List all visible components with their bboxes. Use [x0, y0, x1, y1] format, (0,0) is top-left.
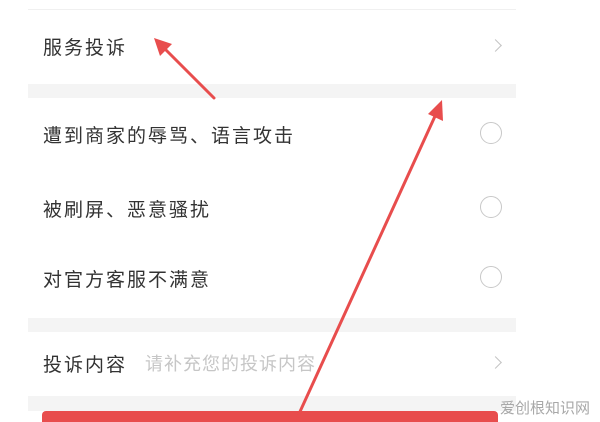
reason-label: 遭到商家的辱骂、语言攻击 [43, 124, 296, 147]
complaint-page: 服务投诉 遭到商家的辱骂、语言攻击 被刷屏、恶意骚扰 对官方客服不满意 投诉内容… [0, 0, 600, 422]
chevron-right-icon [489, 39, 502, 52]
section-separator [28, 84, 516, 98]
service-complaint-label: 服务投诉 [43, 36, 128, 59]
reason-label: 对官方客服不满意 [43, 268, 212, 291]
submit-button[interactable] [42, 411, 498, 422]
radio-unselected-icon[interactable] [480, 196, 502, 218]
chevron-right-icon [489, 356, 502, 369]
reason-option-official-service[interactable]: 对官方客服不满意 [28, 248, 516, 308]
top-divider [28, 9, 516, 10]
reason-option-insult[interactable]: 遭到商家的辱骂、语言攻击 [28, 104, 516, 164]
reason-option-harassment[interactable]: 被刷屏、恶意骚扰 [28, 178, 516, 238]
complaint-content-input[interactable]: 请补充您的投诉内容 [145, 350, 316, 376]
complaint-content-row[interactable]: 投诉内容 请补充您的投诉内容 [28, 333, 516, 393]
service-complaint-row[interactable]: 服务投诉 [28, 16, 516, 76]
radio-unselected-icon[interactable] [480, 122, 502, 144]
reason-label: 被刷屏、恶意骚扰 [43, 198, 212, 221]
section-separator [28, 396, 516, 411]
watermark-text: 爱创根知识网 [499, 399, 590, 417]
section-separator [28, 318, 516, 332]
radio-unselected-icon[interactable] [480, 266, 502, 288]
complaint-content-label: 投诉内容 [43, 353, 128, 376]
